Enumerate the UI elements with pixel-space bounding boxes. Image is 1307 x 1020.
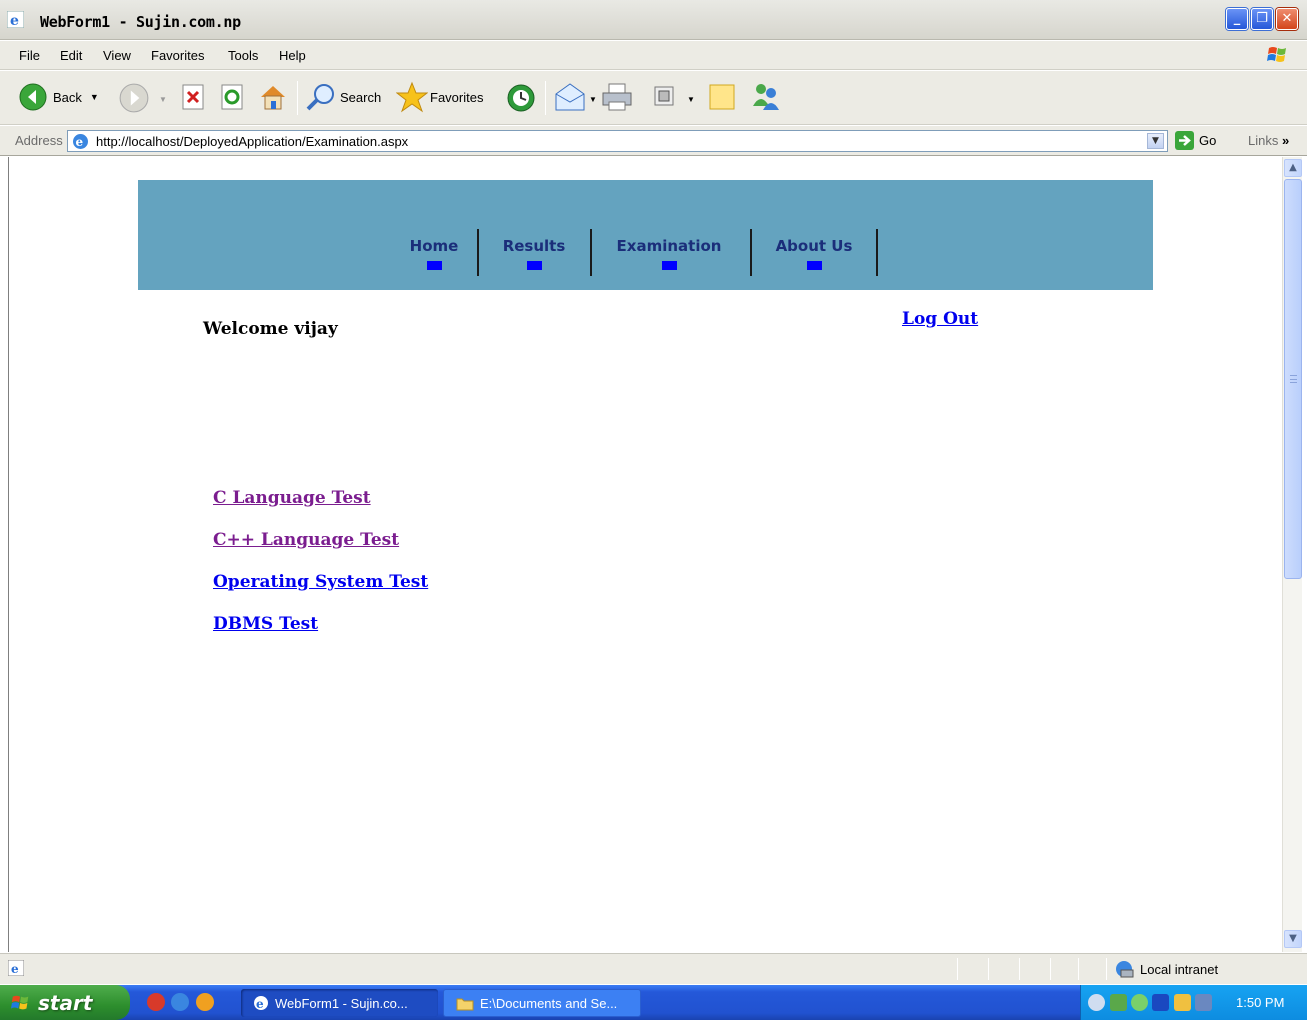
scroll-down-button[interactable]: ▼ (1284, 930, 1302, 948)
nav-home[interactable]: Home (406, 237, 462, 270)
taskbar: start e WebForm1 - Sujin.co... E:\Docume… (0, 985, 1307, 1020)
vertical-scrollbar[interactable]: ▲ ▼ (1282, 157, 1302, 952)
c-language-test-link[interactable]: C Language Test (213, 488, 371, 508)
windows-flag-icon (1267, 47, 1286, 62)
welcome-text: Welcome vijay (203, 319, 338, 339)
security-zone: Local intranet (1115, 960, 1218, 978)
search-button[interactable]: Search (305, 82, 381, 112)
search-icon (306, 84, 334, 111)
nav-about-us[interactable]: About Us (772, 237, 856, 270)
nav-results[interactable]: Results (500, 237, 568, 270)
page-status-icon: e (8, 960, 24, 976)
menu-bar: File Edit View Favorites Tools Help (0, 41, 1307, 70)
clock: 1:50 PM (1236, 995, 1285, 1010)
favorites-button[interactable]: Favorites (396, 81, 483, 113)
svg-text:e: e (10, 13, 19, 28)
toolbar: Back ▼ ▼ Search Favorites ▼ ▼ (0, 71, 1307, 125)
status-bar: e Local intranet (0, 953, 1307, 984)
windows-logo-icon (11, 995, 29, 1009)
edit-icon[interactable] (653, 85, 675, 107)
dbms-test-link[interactable]: DBMS Test (213, 614, 318, 634)
tray-expand-icon[interactable] (1088, 994, 1105, 1011)
favorites-star-icon (396, 81, 428, 113)
svg-text:e: e (76, 135, 84, 149)
address-input[interactable]: e http://localhost/DeployedApplication/E… (67, 130, 1168, 152)
refresh-icon[interactable] (220, 83, 246, 111)
svg-text:e: e (11, 962, 19, 976)
tray-network-icon[interactable] (1110, 994, 1127, 1011)
menu-view[interactable]: View (103, 48, 131, 63)
task-explorer[interactable]: E:\Documents and Se... (443, 989, 641, 1017)
links-toolbar[interactable]: Links » (1248, 133, 1289, 148)
quicklaunch-app-icon[interactable] (147, 993, 165, 1011)
tray-update-icon[interactable] (1174, 994, 1191, 1011)
menu-help[interactable]: Help (279, 48, 306, 63)
minimize-button[interactable]: _ (1226, 8, 1248, 30)
operating-system-test-link[interactable]: Operating System Test (213, 572, 428, 592)
scroll-up-button[interactable]: ▲ (1284, 159, 1302, 177)
nav-marker (806, 261, 822, 270)
maximize-button[interactable]: ❐ (1251, 8, 1273, 30)
ie-task-icon: e (254, 996, 268, 1011)
menu-edit[interactable]: Edit (60, 48, 82, 63)
messenger-icon[interactable] (750, 80, 782, 112)
menu-favorites[interactable]: Favorites (151, 48, 204, 63)
start-button[interactable]: start (0, 985, 130, 1020)
quicklaunch-media-icon[interactable] (196, 993, 214, 1011)
nav-marker (661, 261, 677, 270)
nav-divider (876, 229, 878, 276)
address-dropdown-icon[interactable]: ▼ (1147, 133, 1164, 149)
system-tray: 1:50 PM (1080, 985, 1307, 1020)
nav-divider (750, 229, 752, 276)
scroll-thumb[interactable] (1284, 179, 1302, 579)
menu-file[interactable]: File (19, 48, 40, 63)
back-arrow-icon (19, 83, 47, 111)
scroll-grip-icon (1290, 375, 1297, 383)
ie-logo-icon: e (7, 11, 24, 28)
svg-text:e: e (256, 997, 264, 1011)
go-button[interactable]: Go (1175, 131, 1216, 150)
address-bar: Address e http://localhost/DeployedAppli… (0, 126, 1307, 156)
folder-icon (456, 998, 474, 1010)
quicklaunch-ie-icon[interactable] (171, 993, 189, 1011)
cpp-language-test-link[interactable]: C++ Language Test (213, 530, 399, 550)
title-bar: e WebForm1 - Sujin.com.np _ ❐ ✕ (0, 0, 1307, 40)
home-icon[interactable] (257, 81, 289, 113)
forward-arrow-icon[interactable] (118, 82, 150, 114)
print-icon[interactable] (601, 82, 633, 112)
address-url: http://localhost/DeployedApplication/Exa… (96, 134, 409, 149)
header-banner (138, 180, 1153, 290)
logout-link[interactable]: Log Out (902, 309, 978, 329)
nav-marker (526, 261, 542, 270)
go-arrow-icon (1175, 131, 1194, 150)
history-icon[interactable] (505, 82, 537, 114)
nav-marker (426, 261, 442, 270)
task-webform1[interactable]: e WebForm1 - Sujin.co... (241, 989, 438, 1017)
back-button[interactable]: Back ▼ (18, 82, 99, 112)
tray-app-icon[interactable] (1152, 994, 1169, 1011)
mail-icon[interactable] (554, 82, 588, 112)
tray-messenger-icon[interactable] (1131, 994, 1148, 1011)
nav-divider (590, 229, 592, 276)
intranet-icon (1116, 961, 1134, 978)
discuss-icon[interactable] (707, 82, 739, 112)
nav-examination[interactable]: Examination (612, 237, 726, 270)
window-title: WebForm1 - Sujin.com.np (40, 13, 241, 31)
close-button[interactable]: ✕ (1276, 8, 1298, 30)
address-label: Address (15, 133, 63, 148)
nav-divider (477, 229, 479, 276)
stop-icon[interactable] (181, 83, 207, 111)
tray-display-icon[interactable] (1195, 994, 1212, 1011)
menu-tools[interactable]: Tools (228, 48, 258, 63)
page-icon: e (73, 134, 88, 149)
